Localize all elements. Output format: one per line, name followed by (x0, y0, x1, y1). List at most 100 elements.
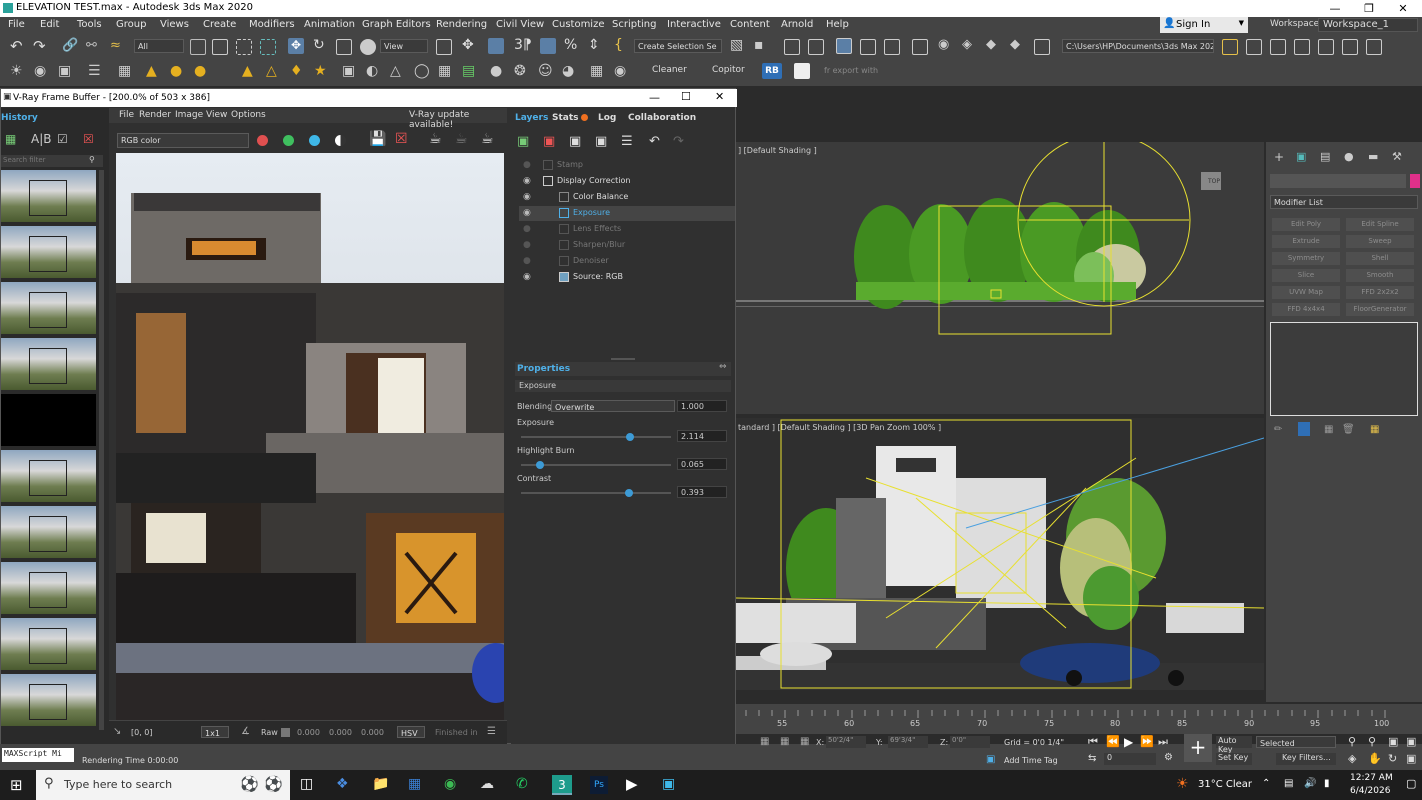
channel-dropdown[interactable]: RGB color (117, 133, 249, 148)
select-by-name-icon[interactable] (212, 39, 228, 55)
clock-time[interactable]: 12:27 AM (1350, 773, 1393, 783)
history-ab-icon[interactable]: A|B (31, 132, 51, 146)
select-object-icon[interactable] (190, 39, 206, 55)
selection-filter-dropdown[interactable]: All (134, 39, 184, 53)
visibility-off-icon[interactable]: ● (523, 160, 531, 170)
configure-sets-icon[interactable]: ▦ (1370, 424, 1379, 435)
copilot-icon[interactable]: ❖ (336, 776, 349, 792)
history-thumbnail[interactable] (1, 282, 96, 334)
menu-animation[interactable]: Animation (304, 19, 355, 30)
contrast-slider[interactable] (521, 489, 671, 497)
history-thumbnail[interactable] (1, 394, 96, 446)
blue-channel-icon[interactable] (309, 135, 320, 146)
color-mode-dropdown[interactable]: HSV (397, 726, 425, 738)
notifications-icon[interactable]: ▢ (1406, 777, 1416, 790)
render-setup-icon[interactable]: ◉ (938, 37, 949, 52)
x-coordinate-field[interactable]: 50'2/4" (826, 736, 866, 748)
history-thumbnail[interactable] (1, 506, 96, 558)
ref-coord-dropdown[interactable]: View (380, 39, 428, 53)
object-name-field[interactable] (1270, 174, 1406, 188)
layer-denoiser[interactable]: ● Denoiser (519, 254, 735, 269)
task-view-icon[interactable]: ◫ (300, 776, 313, 792)
log-icon[interactable]: ☰ (487, 726, 496, 737)
menu-graph-editors[interactable]: Graph Editors (362, 19, 431, 30)
modifier-extrude-button[interactable]: Extrude (1272, 235, 1340, 248)
vfb-close-button[interactable]: ✕ (715, 90, 724, 103)
maximize-viewport-icon[interactable]: ▣ (1406, 752, 1416, 765)
exposure-slider[interactable] (521, 433, 671, 441)
snap-3-icon[interactable]: 3⁋ (514, 37, 532, 53)
keyboard-shortcut-icon[interactable] (488, 38, 504, 54)
object-color-swatch[interactable] (1410, 174, 1420, 188)
add-layer-icon[interactable]: ▣ (517, 134, 529, 149)
redo-icon[interactable]: ↷ (33, 37, 46, 55)
toolbar-extra-2-icon[interactable] (1270, 39, 1286, 55)
rect-selection-icon[interactable] (236, 39, 252, 55)
make-unique-icon[interactable]: ▦ (1324, 424, 1333, 435)
time-config-icon[interactable]: ⚙ (1164, 752, 1173, 763)
blending-value-field[interactable]: 1.000 (677, 400, 727, 412)
render-interactive-icon[interactable]: ☕ (455, 131, 468, 147)
media-player-icon[interactable]: ▶ (626, 775, 638, 793)
modify-tab-icon[interactable]: ▣ (1296, 150, 1306, 163)
scene-explorer-icon[interactable] (808, 39, 824, 55)
ribbon-icon[interactable] (836, 38, 852, 54)
key-mode-icon[interactable]: ⇆ (1088, 753, 1096, 764)
photoshop-icon[interactable]: Ps (590, 776, 608, 794)
menu-file[interactable]: File (8, 19, 25, 30)
eye-icon[interactable]: ◉ (523, 192, 531, 202)
export-icon[interactable] (794, 63, 810, 79)
vray-ambient-icon[interactable]: ★ (314, 63, 327, 79)
create-tab-icon[interactable]: + (1274, 150, 1284, 164)
modifier-stack[interactable] (1270, 322, 1418, 416)
vray-sphere-light-icon[interactable]: ● (194, 63, 206, 79)
render-icon[interactable]: ☕ (429, 131, 442, 147)
pin-stack-icon[interactable]: ✏ (1274, 424, 1282, 435)
load-layers-icon[interactable]: ▣ (595, 134, 607, 149)
go-to-start-icon[interactable]: ⏮ (1088, 735, 1098, 749)
tab-log[interactable]: Log (598, 113, 616, 123)
delete-layer-icon[interactable]: ▣ (543, 134, 555, 149)
vray-clipper-icon[interactable]: △ (390, 63, 401, 79)
volume-icon[interactable]: 🔊 (1304, 778, 1316, 789)
vfb-menu-image[interactable]: Image (175, 110, 203, 120)
vray-sun-icon[interactable]: ◉ (34, 63, 46, 79)
percent-snap-icon[interactable]: % (564, 37, 577, 53)
cloud-app-icon[interactable]: ☁ (480, 776, 494, 792)
vfb-minimize-button[interactable]: — (649, 91, 660, 104)
move-icon[interactable]: ✥ (288, 38, 304, 54)
highlight-burn-slider-knob[interactable] (536, 461, 544, 469)
z-coordinate-field[interactable]: 0'0" (950, 736, 990, 748)
exposure-value-field[interactable]: 2.114 (677, 430, 727, 442)
motion-tab-icon[interactable]: ● (1344, 150, 1354, 163)
pan-icon[interactable]: ✋ (1368, 752, 1382, 765)
3dsmax-taskbar-icon[interactable]: 3 (552, 775, 572, 795)
maximize-button[interactable]: ❐ (1352, 0, 1386, 17)
vfb-menu-options[interactable]: Options (231, 110, 266, 120)
minimize-button[interactable]: — (1318, 0, 1352, 17)
absolute-mode-icon[interactable]: ▦ (800, 736, 809, 747)
history-remove-icon[interactable]: ☒ (83, 132, 94, 146)
tab-layers[interactable]: Layers (515, 113, 548, 123)
color-picker-icon[interactable]: ∡ (241, 726, 250, 737)
render-iterative-icon[interactable]: ◆ (1010, 37, 1020, 52)
layer-redo-icon[interactable]: ↷ (673, 134, 684, 149)
curve-editor-icon[interactable] (860, 39, 876, 55)
vray-ies-icon[interactable]: △ (266, 63, 277, 79)
history-scrollbar[interactable] (99, 170, 104, 730)
menu-edit[interactable]: Edit (40, 19, 59, 30)
red-channel-icon[interactable] (257, 135, 268, 146)
history-save-icon[interactable]: ▦ (5, 132, 16, 146)
history-thumbnail[interactable] (1, 338, 96, 390)
selection-lock-icon[interactable]: ▦ (780, 736, 789, 747)
tab-collaboration[interactable]: Collaboration (628, 113, 696, 123)
unlink-icon[interactable]: ⚯ (86, 38, 97, 53)
history-load-icon[interactable]: ☑ (57, 132, 68, 146)
visibility-off-icon[interactable]: ● (523, 240, 531, 250)
viewport-front[interactable]: tandard ] [Default Shading ] [3D Pan Zoo… (736, 418, 1264, 690)
timeline[interactable]: 55 60 65 70 75 80 85 90 95 100 (736, 704, 1422, 734)
play-icon[interactable]: ▶ (1124, 735, 1133, 749)
vray-light-icon[interactable]: ☀ (10, 63, 23, 79)
close-button[interactable]: ✕ (1386, 0, 1420, 17)
save-image-icon[interactable]: 💾 (369, 131, 386, 147)
